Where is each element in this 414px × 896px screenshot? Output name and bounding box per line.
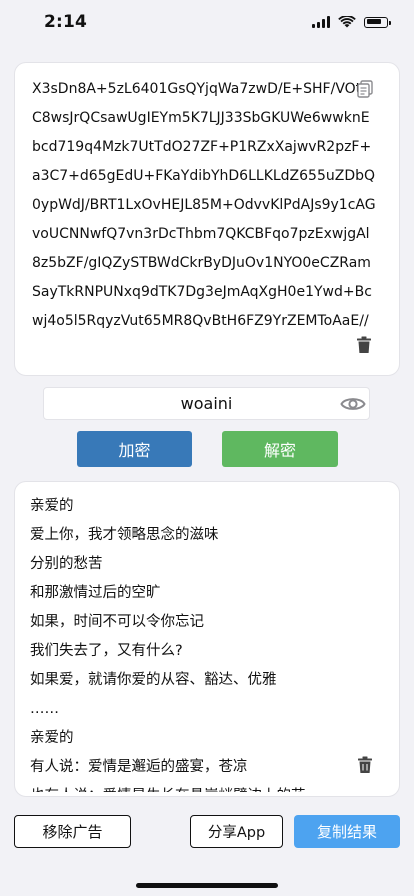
eye-icon[interactable] [340,393,366,415]
status-icons [312,16,391,28]
plaintext-line: 和那激情过后的空旷 [30,585,161,601]
plaintext-line: 也有人说：爱情是生长在悬崖峭壁边上的花 [30,782,360,792]
ciphertext-field[interactable]: X3sDn8A+5zL6401GsQYjqWa7zwD/E+SHF/VOtdC8… [32,75,376,373]
trash-icon[interactable] [356,336,372,354]
status-bar: 2:14 [0,0,414,48]
plaintext-line: 我们失去了，又有什么? [30,643,183,659]
wifi-icon [338,16,356,28]
status-time: 2:14 [44,12,88,32]
password-value: woaini [180,394,233,413]
share-app-button[interactable]: 分享App [190,815,283,848]
plaintext-line: 亲爱的 [30,730,74,746]
battery-icon [364,16,391,28]
plaintext-field[interactable]: 亲爱的 爱上你，我才领略思念的滋味 分别的愁苦 和那激情过后的空旷 如果，时间不可以令你… [30,492,360,792]
password-input[interactable]: woaini [43,387,370,420]
plaintext-card[interactable]: 亲爱的 爱上你，我才领略思念的滋味 分别的愁苦 和那激情过后的空旷 如果，时间不可以令你… [14,481,400,797]
ciphertext-card: X3sDn8A+5zL6401GsQYjqWa7zwD/E+SHF/VOtdC8… [14,62,400,376]
plaintext-line: …… [30,701,59,717]
plaintext-line: 分别的愁苦 [30,556,103,572]
plaintext-line: 爱上你，我才领略思念的滋味 [30,527,219,543]
home-indicator [136,883,278,888]
plaintext-line: 有人说：爱情是邂逅的盛宴，苍凉 [30,759,248,775]
decrypt-button[interactable]: 解密 [222,431,338,467]
plaintext-line: 如果爱，就请你爱的从容、豁达、优雅 [30,672,277,688]
copy-icon[interactable] [356,80,374,98]
plaintext-line: 如果，时间不可以令你忘记 [30,614,204,630]
encrypt-button[interactable]: 加密 [77,431,192,467]
plaintext-line: 亲爱的 [30,498,74,514]
remove-ads-button[interactable]: 移除广告 [14,815,131,848]
cellular-signal-icon [312,16,330,28]
copy-result-button[interactable]: 复制结果 [294,815,400,848]
trash-icon[interactable] [357,756,373,774]
